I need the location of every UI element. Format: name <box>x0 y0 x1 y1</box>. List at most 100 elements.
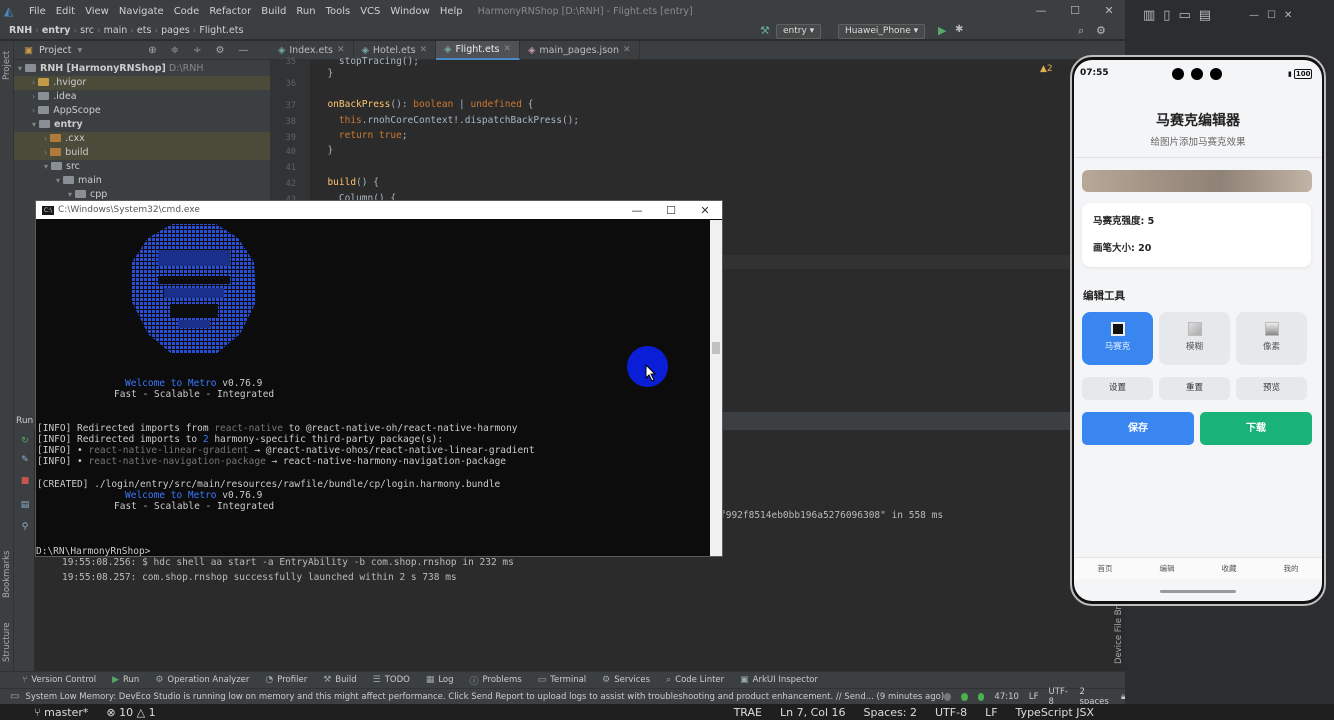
minimize-icon[interactable]: — <box>1249 10 1259 21</box>
close-tab-icon[interactable]: ✕ <box>420 45 428 55</box>
search-icon[interactable]: ⌕ <box>1078 24 1084 38</box>
maximize-icon[interactable]: ☐ <box>1058 0 1092 22</box>
tab-flight[interactable]: ◈ Flight.ets ✕ <box>436 40 521 60</box>
maximize-icon[interactable]: ☐ <box>654 204 688 217</box>
tool-version-control[interactable]: ⑂ Version Control <box>14 675 104 685</box>
tool-problems[interactable]: ⓘ Problems <box>462 674 530 687</box>
language-mode[interactable]: TypeScript JSX <box>1016 706 1094 719</box>
side-tab-structure[interactable]: Structure <box>2 622 12 662</box>
indicator-icon[interactable] <box>960 692 968 701</box>
scrollbar-thumb[interactable] <box>712 342 720 354</box>
git-branch[interactable]: ⑂ master* <box>34 706 88 719</box>
nav-profile[interactable]: 我的 <box>1284 563 1299 574</box>
nav-home[interactable]: 首页 <box>1098 563 1113 574</box>
tool-operation-analyzer[interactable]: ⚙ Operation Analyzer <box>147 675 257 685</box>
tree-node[interactable]: › .hvigor <box>14 76 270 90</box>
device-select[interactable]: Huawei_Phone ▾ <box>838 24 926 39</box>
indicator-icon[interactable] <box>977 692 985 701</box>
close-icon[interactable]: ✕ <box>1092 0 1126 22</box>
menu-edit[interactable]: Edit <box>51 6 80 17</box>
tool-terminal[interactable]: ▭ Terminal <box>530 675 594 685</box>
wrench-icon[interactable]: ✎ <box>20 455 30 465</box>
line-separator[interactable]: LF <box>1029 692 1039 702</box>
tool-profiler[interactable]: ◔ Profiler <box>257 675 315 685</box>
hide-icon[interactable]: — <box>238 45 248 56</box>
layout-icon[interactable]: ▭ <box>1178 8 1190 23</box>
menu-refactor[interactable]: Refactor <box>204 6 256 17</box>
nav-edit[interactable]: 编辑 <box>1160 563 1175 574</box>
download-button[interactable]: 下载 <box>1200 412 1312 445</box>
cmd-prompt[interactable]: D:\RN\HarmonyRnShop> <box>36 546 150 557</box>
tool-pixel-button[interactable]: 像素 <box>1236 312 1307 365</box>
breadcrumb-item[interactable]: entry <box>39 25 74 36</box>
tab-main-pages[interactable]: ◈ main_pages.json ✕ <box>520 40 640 60</box>
close-tab-icon[interactable]: ✕ <box>504 44 512 54</box>
tree-node[interactable]: › AppScope <box>32 104 101 118</box>
tool-log[interactable]: ▦ Log <box>418 675 462 685</box>
preview-button[interactable]: 预览 <box>1236 377 1307 400</box>
settings-icon[interactable]: ⚙ <box>1096 24 1106 37</box>
tree-node[interactable]: ▾ main <box>56 174 102 188</box>
hammer-icon[interactable]: ⚒ <box>760 24 770 37</box>
cmd-title-bar[interactable]: C:\ C:\Windows\System32\cmd.exe — ☐ ✕ <box>36 201 722 219</box>
menu-file[interactable]: File <box>24 6 51 17</box>
cmd-scrollbar[interactable] <box>710 220 722 556</box>
indent-setting[interactable]: Spaces: 2 <box>864 706 917 719</box>
menu-run[interactable]: Run <box>291 6 320 17</box>
side-tab-project[interactable]: Project <box>2 51 12 80</box>
file-encoding[interactable]: UTF-8 <box>935 706 967 719</box>
layout-icon[interactable]: ▥ <box>1143 8 1155 23</box>
run-config-select[interactable]: entry ▾ <box>776 24 822 39</box>
menu-help[interactable]: Help <box>435 6 468 17</box>
tree-node[interactable]: ▾ src <box>44 160 80 174</box>
breadcrumb-item[interactable]: main <box>101 25 131 36</box>
breadcrumb-item[interactable]: pages <box>158 25 193 36</box>
rerun-icon[interactable]: ↻ <box>20 436 30 446</box>
breadcrumb-item[interactable]: Flight.ets <box>196 25 246 36</box>
maximize-icon[interactable]: ☐ <box>1267 10 1276 21</box>
settings-button[interactable]: 设置 <box>1082 377 1153 400</box>
menu-tools[interactable]: Tools <box>321 6 356 17</box>
trae-label[interactable]: TRAE <box>734 706 762 719</box>
side-tab-bookmarks[interactable]: Bookmarks <box>2 551 12 599</box>
tree-node[interactable]: ▾ RNH [HarmonyRNShop] D:\RNH <box>18 62 203 76</box>
expand-icon[interactable]: ÷ <box>193 45 201 56</box>
menu-window[interactable]: Window <box>385 6 434 17</box>
indicator-icon[interactable] <box>944 692 951 701</box>
menu-view[interactable]: View <box>80 6 114 17</box>
warning-count[interactable]: ▲2 <box>1040 64 1053 74</box>
breadcrumb-item[interactable]: src <box>77 25 97 36</box>
layout-icon[interactable]: ▤ <box>1199 8 1211 23</box>
run-icon[interactable]: ▶ <box>938 24 946 37</box>
image-preview[interactable] <box>1082 170 1312 192</box>
collapse-icon[interactable]: ≑ <box>171 45 179 56</box>
menu-navigate[interactable]: Navigate <box>114 6 169 17</box>
tool-services[interactable]: ⚙ Services <box>594 675 658 685</box>
tool-build[interactable]: ⚒ Build <box>315 675 364 685</box>
layout-icon[interactable]: ▯ <box>1163 8 1170 23</box>
tool-blur-button[interactable]: 模糊 <box>1159 312 1230 365</box>
status-icon[interactable]: ▭ <box>10 691 19 702</box>
debug-icon[interactable]: ✱ <box>955 24 963 35</box>
tool-todo[interactable]: ☰ TODO <box>365 675 418 685</box>
locate-icon[interactable]: ⊕ <box>148 45 156 56</box>
home-indicator[interactable] <box>1160 590 1236 593</box>
close-icon[interactable]: ✕ <box>1284 10 1292 21</box>
line-ending[interactable]: LF <box>985 706 997 719</box>
menu-vcs[interactable]: VCS <box>355 6 385 17</box>
status-message[interactable]: System Low Memory: DevEco Studio is runn… <box>25 692 944 702</box>
pin-icon[interactable]: ⚲ <box>20 522 30 532</box>
close-tab-icon[interactable]: ✕ <box>337 45 345 55</box>
breadcrumb-item[interactable]: ets <box>134 25 155 36</box>
tool-run[interactable]: ▶ Run <box>104 675 147 685</box>
stop-icon[interactable]: ■ <box>20 476 30 486</box>
close-icon[interactable]: ✕ <box>688 204 722 217</box>
tool-mosaic-button[interactable]: 马赛克 <box>1082 312 1153 365</box>
cursor-position[interactable]: 47:10 <box>994 692 1019 702</box>
tree-node[interactable]: › .cxx <box>14 132 270 146</box>
gear-icon[interactable]: ⚙ <box>215 45 224 56</box>
tree-node[interactable]: › .idea <box>32 90 77 104</box>
project-header[interactable]: ▣ Project ▾ ⊕ ≑ ÷ ⚙ — <box>0 45 270 56</box>
menu-code[interactable]: Code <box>169 6 205 17</box>
menu-build[interactable]: Build <box>256 6 291 17</box>
